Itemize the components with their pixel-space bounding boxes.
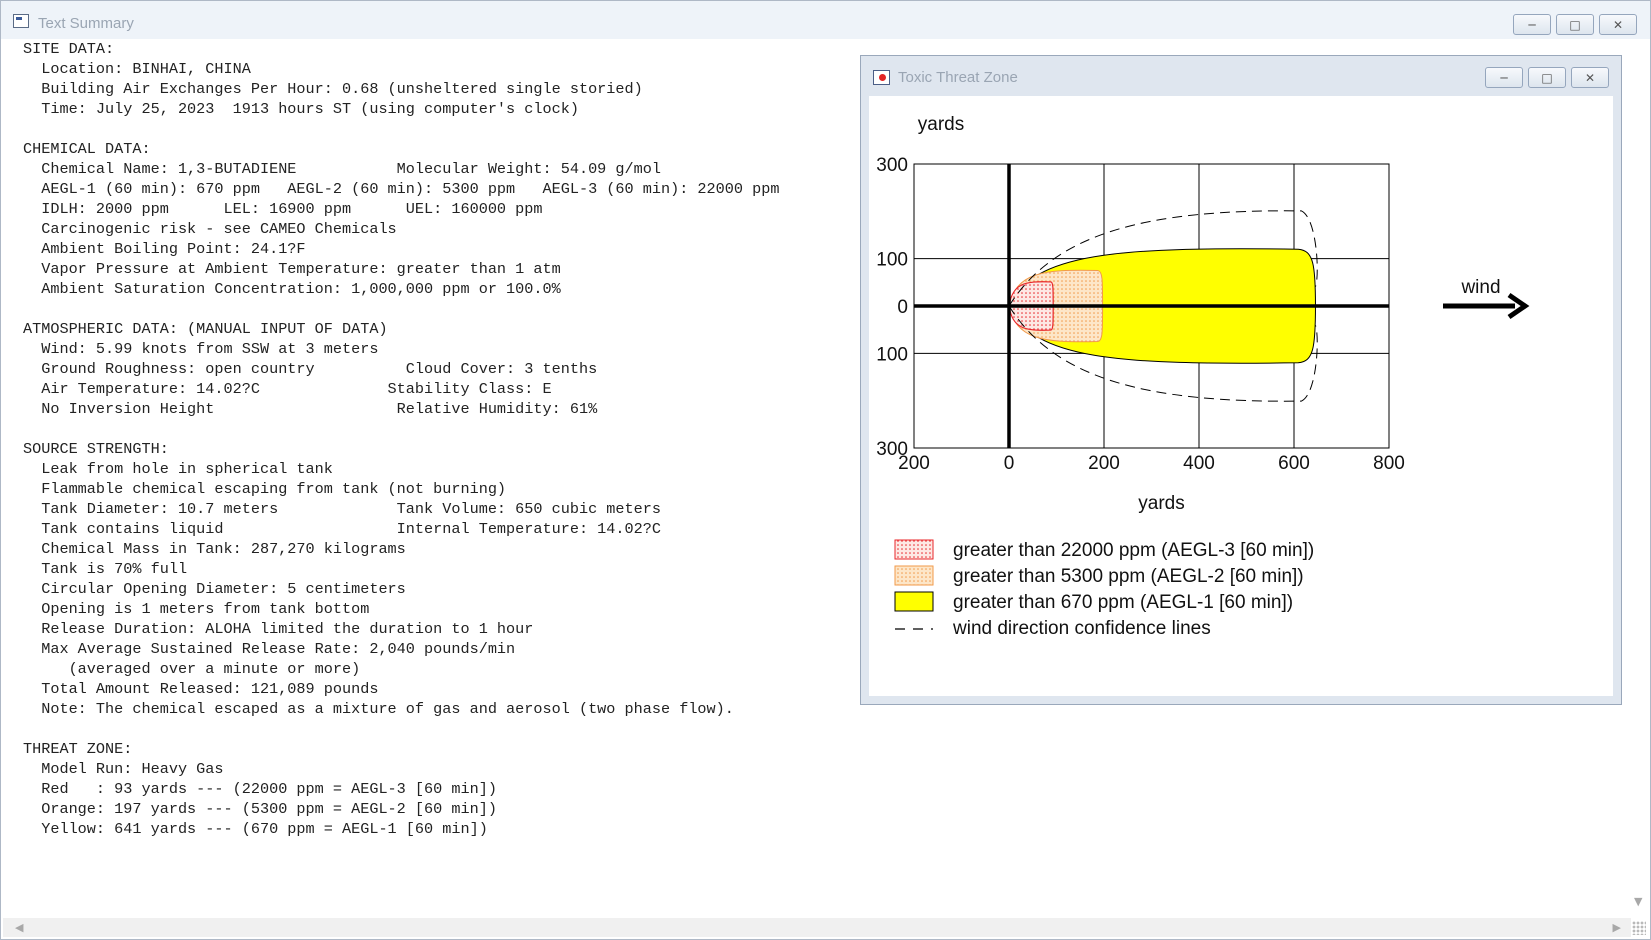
threat-zone-title: Toxic Threat Zone <box>898 69 1018 86</box>
summary-text[interactable]: SITE DATA: Location: BINHAI, CHINA Build… <box>23 39 779 839</box>
report-line: Opening is 1 meters from tank bottom <box>23 600 370 618</box>
report-line: Total Amount Released: 121,089 pounds <box>23 680 379 698</box>
report-line: Max Average Sustained Release Rate: 2,04… <box>23 640 516 658</box>
report-line: Ground Roughness: open country Cloud Cov… <box>23 360 598 378</box>
report-line: Leak from hole in spherical tank <box>23 460 333 478</box>
y-tick-label: 0 <box>897 297 908 318</box>
threat-maximize-button[interactable]: □ <box>1528 67 1566 88</box>
legend-swatch-yellow <box>894 591 934 612</box>
scroll-left-arrow-icon[interactable]: ◀ <box>15 921 23 934</box>
x-tick-label: 800 <box>1373 453 1405 474</box>
y-tick-label: 100 <box>876 250 908 271</box>
report-line: Flammable chemical escaping from tank (n… <box>23 480 507 498</box>
report-line: Ambient Boiling Point: 24.1?F <box>23 240 306 258</box>
report-line: SOURCE STRENGTH: <box>23 440 169 458</box>
scroll-right-arrow-icon[interactable]: ▶ <box>1613 921 1621 934</box>
scroll-down-arrow-icon[interactable]: ▼ <box>1634 895 1642 908</box>
x-tick-label: 600 <box>1278 453 1310 474</box>
report-line: Building Air Exchanges Per Hour: 0.68 (u… <box>23 80 643 98</box>
legend-swatch-orange <box>894 565 934 586</box>
threat-zone-title-bar[interactable]: Toxic Threat Zone ─ □ ✕ <box>861 56 1621 94</box>
wind-label: wind <box>1460 277 1500 298</box>
legend-label: greater than 5300 ppm (AEGL-2 [60 min]) <box>953 566 1304 587</box>
legend-label: greater than 22000 ppm (AEGL-3 [60 min]) <box>953 540 1314 561</box>
report-line: Orange: 197 yards --- (5300 ppm = AEGL-2… <box>23 800 497 818</box>
horizontal-scrollbar[interactable]: ◀ ▶ <box>3 918 1631 937</box>
legend-label: wind direction confidence lines <box>952 618 1211 639</box>
window-title: Text Summary <box>38 15 134 32</box>
report-line: THREAT ZONE: <box>23 740 133 758</box>
maximize-button[interactable]: □ <box>1556 14 1594 35</box>
report-line: Chemical Mass in Tank: 287,270 kilograms <box>23 540 406 558</box>
report-line: Yellow: 641 yards --- (670 ppm = AEGL-1 … <box>23 820 488 838</box>
report-line: Tank contains liquid Internal Temperatur… <box>23 520 661 538</box>
y-tick-label: 300 <box>876 439 908 460</box>
report-line: Model Run: Heavy Gas <box>23 760 224 778</box>
report-line: SITE DATA: <box>23 40 115 58</box>
x-tick-label: 0 <box>1004 453 1015 474</box>
report-line: No Inversion Height Relative Humidity: 6… <box>23 400 598 418</box>
y-tick-label: 100 <box>876 344 908 365</box>
minimize-button[interactable]: ─ <box>1513 14 1551 35</box>
report-line: Time: July 25, 2023 1913 hours ST (using… <box>23 100 579 118</box>
x-axis-label: yards <box>1138 493 1184 514</box>
resize-grip-icon[interactable] <box>1632 921 1646 935</box>
legend-swatch-red <box>894 539 934 560</box>
report-line: Chemical Name: 1,3-BUTADIENE Molecular W… <box>23 160 661 178</box>
report-line: AEGL-1 (60 min): 670 ppm AEGL-2 (60 min)… <box>23 180 780 198</box>
title-bar[interactable]: Text Summary ─ □ ✕ <box>1 1 1650 39</box>
close-button[interactable]: ✕ <box>1599 14 1637 35</box>
window-icon <box>13 14 29 28</box>
report-line: Vapor Pressure at Ambient Temperature: g… <box>23 260 561 278</box>
report-line: Red : 93 yards --- (22000 ppm = AEGL-3 [… <box>23 780 497 798</box>
report-line: Air Temperature: 14.02?C Stability Class… <box>23 380 552 398</box>
report-line: Carcinogenic risk - see CAMEO Chemicals <box>23 220 397 238</box>
x-tick-label: 400 <box>1183 453 1215 474</box>
threat-zone-icon <box>873 70 890 85</box>
threat-zone-plot-area: 200 0 200 400 600 800 300 100 0 100 300 yards yards … <box>869 96 1613 696</box>
vertical-scrollbar[interactable]: ▼ <box>1631 39 1648 914</box>
report-line: (averaged over a minute or more) <box>23 660 361 678</box>
report-line: ATMOSPHERIC DATA: (MANUAL INPUT OF DATA) <box>23 320 388 338</box>
report-line: Tank is 70% full <box>23 560 188 578</box>
threat-zone-window: Toxic Threat Zone ─ □ ✕ 200 0 200 400 600 800… <box>860 55 1622 705</box>
report-line: Circular Opening Diameter: 5 centimeters <box>23 580 406 598</box>
threat-zone-chart: 200 0 200 400 600 8003001000100300yardsyards … <box>876 114 1530 639</box>
report-line: IDLH: 2000 ppm LEL: 16900 ppm UEL: 16000… <box>23 200 543 218</box>
report-line: Ambient Saturation Concentration: 1,000,… <box>23 280 561 298</box>
legend-label: greater than 670 ppm (AEGL-1 [60 min]) <box>953 592 1293 613</box>
report-line: Note: The chemical escaped as a mixture … <box>23 700 734 718</box>
y-tick-label: 300 <box>876 155 908 176</box>
y-axis-label: yards <box>918 114 964 135</box>
report-line: Wind: 5.99 knots from SSW at 3 meters <box>23 340 379 358</box>
report-line: Release Duration: ALOHA limited the dura… <box>23 620 534 638</box>
report-line: CHEMICAL DATA: <box>23 140 151 158</box>
threat-close-button[interactable]: ✕ <box>1571 67 1609 88</box>
report-line: Tank Diameter: 10.7 meters Tank Volume: … <box>23 500 661 518</box>
report-line: Location: BINHAI, CHINA <box>23 60 251 78</box>
x-tick-label: 200 <box>1088 453 1120 474</box>
threat-minimize-button[interactable]: ─ <box>1485 67 1523 88</box>
